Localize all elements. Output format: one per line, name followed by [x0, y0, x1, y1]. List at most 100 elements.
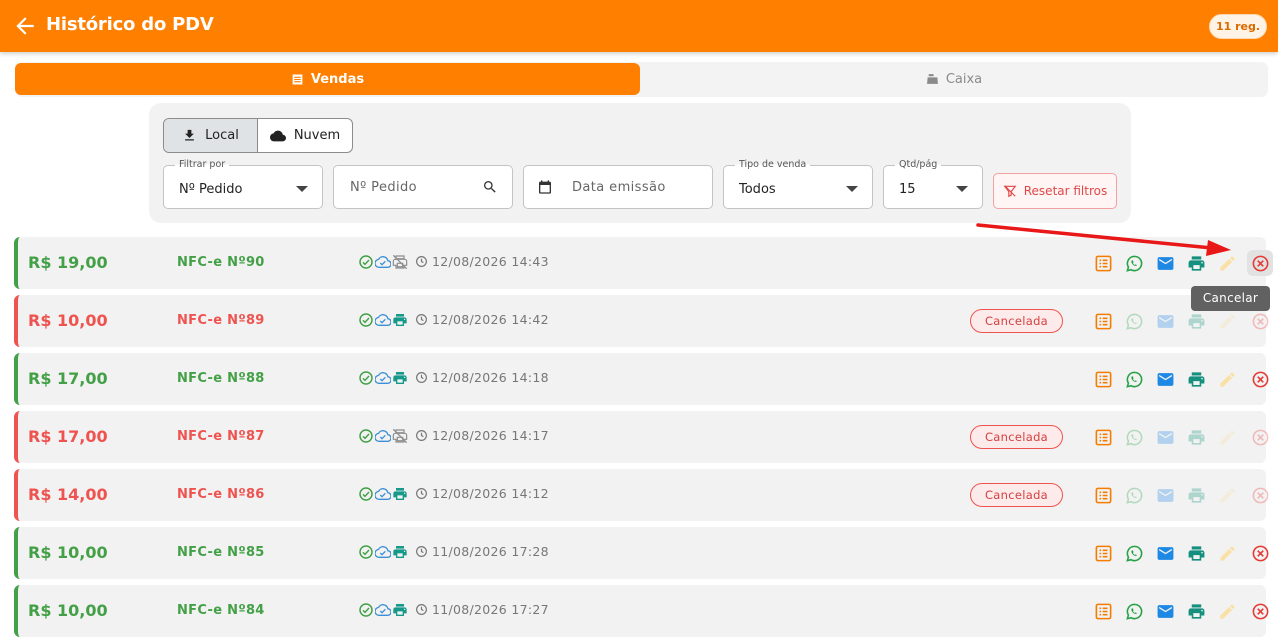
whatsapp-button[interactable] — [1121, 540, 1147, 566]
whatsapp-button[interactable] — [1121, 598, 1147, 624]
details-button[interactable] — [1090, 598, 1116, 624]
whatsapp-button[interactable] — [1121, 424, 1147, 450]
sale-type-select[interactable]: Tipo de venda Todos — [723, 159, 873, 209]
pencil-icon — [1218, 544, 1237, 563]
list-icon — [1094, 254, 1113, 273]
details-button[interactable] — [1090, 424, 1116, 450]
tab-caixa[interactable]: Caixa — [640, 63, 1268, 95]
sale-document: NFC-e Nº87 — [177, 429, 265, 444]
whatsapp-button[interactable] — [1121, 308, 1147, 334]
back-arrow-icon[interactable] — [12, 13, 38, 39]
edit-button[interactable] — [1214, 482, 1240, 508]
sale-row[interactable]: R$ 10,00 NFC-e Nº84 11/08/2026 17:27 — [14, 585, 1268, 637]
details-button[interactable] — [1090, 366, 1116, 392]
per-page-select[interactable]: Qtd/pág 15 — [883, 159, 983, 209]
cancel-button[interactable] — [1247, 598, 1273, 624]
email-button[interactable] — [1152, 366, 1178, 392]
cancel-button[interactable] — [1247, 250, 1273, 276]
whatsapp-button[interactable] — [1121, 250, 1147, 276]
clock-icon — [416, 372, 427, 383]
pencil-icon — [1218, 370, 1237, 389]
filter-by-select[interactable]: Filtrar por Nº Pedido — [163, 159, 323, 209]
section-tabs: Vendas Caixa — [15, 62, 1268, 97]
cancel-icon — [1251, 370, 1270, 389]
whatsapp-icon — [1125, 544, 1144, 563]
tab-vendas[interactable]: Vendas — [15, 63, 640, 95]
status-icons — [358, 544, 408, 560]
cancel-icon — [1251, 486, 1270, 505]
sale-datetime-text: 12/08/2026 14:12 — [432, 486, 549, 501]
details-button[interactable] — [1090, 308, 1116, 334]
details-button[interactable] — [1090, 482, 1116, 508]
edit-button[interactable] — [1214, 424, 1240, 450]
row-actions — [1076, 482, 1268, 508]
search-icon[interactable] — [482, 179, 498, 195]
details-button[interactable] — [1090, 250, 1116, 276]
row-actions — [1076, 424, 1268, 450]
print-button[interactable] — [1183, 250, 1209, 276]
print-button[interactable] — [1183, 366, 1209, 392]
sale-row[interactable]: R$ 17,00 NFC-e Nº87 12/08/2026 14:17 Cancel… — [14, 411, 1268, 463]
search-input[interactable]: Nº Pedido — [333, 165, 513, 209]
cancel-button[interactable] — [1247, 424, 1273, 450]
email-button[interactable] — [1152, 598, 1178, 624]
print-button[interactable] — [1183, 482, 1209, 508]
check-circle-icon — [359, 429, 373, 443]
sale-row[interactable]: R$ 10,00 NFC-e Nº85 11/08/2026 17:28 — [14, 527, 1268, 579]
cloud-check-icon — [375, 545, 391, 558]
print-icon — [1187, 254, 1206, 273]
cancel-button[interactable] — [1247, 540, 1273, 566]
whatsapp-button[interactable] — [1121, 366, 1147, 392]
source-toggle: Local Nuvem — [163, 118, 353, 153]
print-icon — [1187, 312, 1206, 331]
email-button[interactable] — [1152, 308, 1178, 334]
email-button[interactable] — [1152, 250, 1178, 276]
sale-row[interactable]: R$ 19,00 NFC-e Nº90 12/08/2026 14:43 — [14, 237, 1273, 289]
details-button[interactable] — [1090, 540, 1116, 566]
whatsapp-button[interactable] — [1121, 482, 1147, 508]
cancel-button[interactable] — [1247, 366, 1273, 392]
cloud-check-icon — [375, 429, 391, 442]
email-button[interactable] — [1152, 424, 1178, 450]
cancel-button[interactable] — [1247, 482, 1273, 508]
toggle-local-label: Local — [205, 128, 239, 143]
email-icon — [1156, 602, 1175, 621]
filter-by-value: Nº Pedido — [179, 182, 243, 197]
print-button[interactable] — [1183, 308, 1209, 334]
toggle-nuvem-label: Nuvem — [293, 128, 341, 143]
whatsapp-icon — [1125, 254, 1144, 273]
status-icons — [358, 254, 408, 270]
sale-amount: R$ 14,00 — [28, 485, 108, 504]
date-input[interactable]: Data emissão — [523, 165, 713, 209]
print-button[interactable] — [1183, 424, 1209, 450]
email-icon — [1156, 544, 1175, 563]
print-disabled-icon — [392, 254, 408, 270]
reset-filters-button[interactable]: Resetar filtros — [993, 173, 1117, 209]
sale-row[interactable]: R$ 10,00 NFC-e Nº89 12/08/2026 14:42 Cancel… — [14, 295, 1268, 347]
cloud-check-icon — [375, 371, 391, 384]
cancel-button[interactable] — [1247, 308, 1273, 334]
print-icon — [1187, 602, 1206, 621]
sale-row[interactable]: R$ 17,00 NFC-e Nº88 12/08/2026 14:18 — [14, 353, 1268, 405]
print-button[interactable] — [1183, 598, 1209, 624]
email-button[interactable] — [1152, 482, 1178, 508]
print-icon — [1187, 486, 1206, 505]
edit-button[interactable] — [1214, 250, 1240, 276]
edit-button[interactable] — [1214, 308, 1240, 334]
cancel-tooltip: Cancelar — [1191, 286, 1270, 311]
edit-button[interactable] — [1214, 540, 1240, 566]
toggle-local[interactable]: Local — [164, 119, 258, 152]
sale-datetime: 12/08/2026 14:18 — [415, 370, 549, 385]
chevron-down-icon — [296, 186, 308, 192]
printed-icon — [393, 314, 407, 326]
date-placeholder: Data emissão — [572, 180, 666, 195]
edit-button[interactable] — [1214, 366, 1240, 392]
toggle-nuvem[interactable]: Nuvem — [258, 119, 352, 152]
cancel-icon — [1251, 544, 1270, 563]
edit-button[interactable] — [1214, 598, 1240, 624]
email-button[interactable] — [1152, 540, 1178, 566]
cloud-check-icon — [375, 603, 391, 616]
sale-row[interactable]: R$ 14,00 NFC-e Nº86 12/08/2026 14:12 Cancel… — [14, 469, 1268, 521]
print-button[interactable] — [1183, 540, 1209, 566]
cloud-check-icon — [375, 255, 391, 268]
